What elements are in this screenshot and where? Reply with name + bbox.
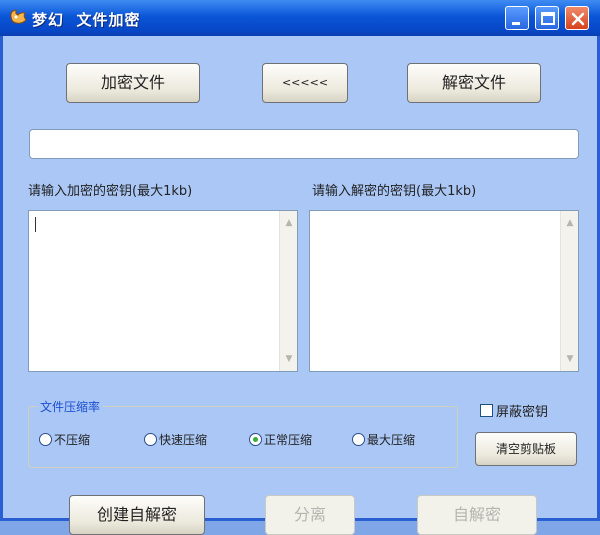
radio-label: 不压缩 — [54, 433, 91, 447]
encrypt-key-label: 请输入加密的密钥(最大1kb) — [28, 184, 193, 199]
radio-button-icon — [352, 433, 365, 446]
decrypt-key-textarea[interactable]: ▲ ▼ — [309, 210, 579, 372]
encrypt-file-button[interactable]: 加密文件 — [66, 63, 200, 103]
scroll-down-icon[interactable]: ▼ — [281, 351, 297, 367]
title-bar[interactable]: 梦幻 文件加密 — [0, 0, 600, 36]
scroll-down-icon[interactable]: ▼ — [562, 351, 578, 367]
radio-no-compression[interactable]: 不压缩 — [39, 431, 90, 448]
compression-group: 文件压缩率 不压缩 快速压缩 正常压缩 最大压缩 — [28, 398, 458, 468]
decrypt-key-label: 请输入解密的密钥(最大1kb) — [312, 184, 477, 199]
encrypt-key-textarea[interactable]: ▲ ▼ — [28, 210, 298, 372]
compression-group-title: 文件压缩率 — [37, 398, 104, 415]
close-button[interactable] — [565, 6, 589, 30]
radio-button-selected-icon — [249, 433, 262, 446]
hide-key-checkbox[interactable]: 屏蔽密钥 — [480, 401, 548, 420]
file-path-input[interactable] — [29, 129, 579, 159]
radio-fast-compression[interactable]: 快速压缩 — [144, 431, 207, 448]
swap-button[interactable]: <<<<< — [262, 63, 348, 103]
radio-label: 正常压缩 — [264, 433, 313, 447]
radio-max-compression[interactable]: 最大压缩 — [352, 431, 415, 448]
decrypt-key-scrollbar[interactable]: ▲ ▼ — [560, 211, 578, 371]
radio-button-icon — [144, 433, 157, 446]
create-self-extract-button[interactable]: 创建自解密 — [69, 495, 205, 535]
app-icon — [10, 9, 27, 24]
text-caret — [35, 217, 36, 232]
split-button[interactable]: 分离 — [265, 495, 355, 535]
decrypt-file-button[interactable]: 解密文件 — [407, 63, 541, 103]
hide-key-label: 屏蔽密钥 — [496, 405, 549, 420]
maximize-button[interactable] — [535, 6, 559, 30]
checkbox-icon — [480, 404, 493, 417]
maximize-icon — [541, 12, 555, 25]
minimize-button[interactable] — [505, 6, 529, 30]
clear-clipboard-button[interactable]: 清空剪贴板 — [475, 432, 577, 466]
scroll-up-icon[interactable]: ▲ — [562, 215, 578, 231]
radio-button-icon — [39, 433, 52, 446]
scroll-up-icon[interactable]: ▲ — [281, 215, 297, 231]
minimize-icon — [512, 22, 520, 25]
window-title: 梦幻 文件加密 — [32, 11, 141, 29]
radio-label: 最大压缩 — [367, 433, 416, 447]
radio-normal-compression[interactable]: 正常压缩 — [249, 431, 312, 448]
self-decrypt-button[interactable]: 自解密 — [417, 495, 537, 535]
radio-label: 快速压缩 — [159, 433, 208, 447]
encrypt-key-scrollbar[interactable]: ▲ ▼ — [279, 211, 297, 371]
main-window: 梦幻 文件加密 加密文件 <<<<< 解密文件 请输入加密的密钥(最大1kb) … — [0, 0, 600, 535]
close-icon — [571, 12, 585, 26]
